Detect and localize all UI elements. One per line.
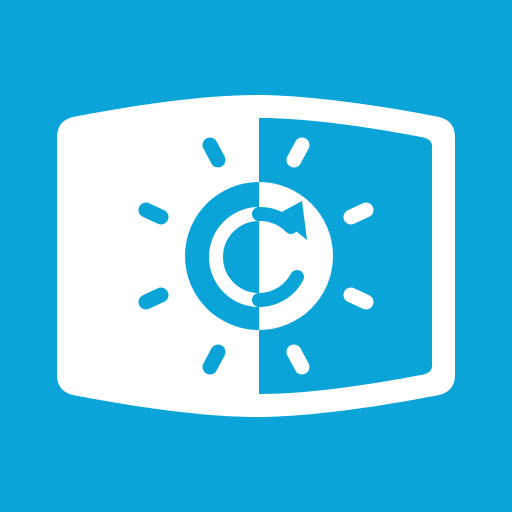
sun-ray: [138, 202, 169, 225]
sun-ray: [138, 287, 169, 310]
sun-ray: [286, 344, 310, 375]
sun-ray: [286, 137, 310, 168]
sun-ray: [343, 287, 374, 310]
sun-ray: [343, 202, 374, 225]
sun-ray: [202, 137, 226, 168]
sun-core: [185, 182, 333, 330]
sun-ray: [202, 344, 226, 375]
display-brightness-refresh-icon: [0, 0, 512, 512]
app-icon: [0, 0, 512, 512]
